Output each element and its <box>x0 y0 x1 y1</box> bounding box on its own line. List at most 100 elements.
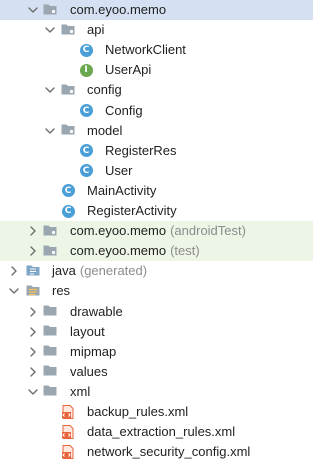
class-icon: C <box>61 204 75 218</box>
chevron-right-icon[interactable] <box>26 221 40 241</box>
tree-row-registerres[interactable]: C RegisterRes <box>0 141 313 161</box>
chevron-down-icon[interactable] <box>43 121 57 141</box>
tree-row-name: mipmap <box>70 343 117 359</box>
chevron-right-icon[interactable] <box>26 322 40 342</box>
chevron-down-icon[interactable] <box>26 0 40 20</box>
tree-row-values[interactable]: values <box>0 362 313 382</box>
tree-row-com-eyoo-memo-androidtest[interactable]: com.eyoo.memo (androidTest) <box>0 221 313 242</box>
xml-file-icon <box>62 425 74 440</box>
package-folder-icon <box>42 242 58 261</box>
tree-row-backup-rules[interactable]: backup_rules.xml <box>0 402 313 422</box>
tree-row-label: data_extraction_rules.xml <box>87 422 235 442</box>
tree-row-name: com.eyoo.memo <box>70 223 167 239</box>
tree-row-name: java <box>52 263 76 279</box>
chevron-right-icon[interactable] <box>26 302 40 322</box>
xml-file-icon <box>62 445 74 460</box>
tree-row-label: network_security_config.xml <box>87 442 250 462</box>
tree-row-name: RegisterActivity <box>87 203 177 218</box>
class-icon: C <box>79 104 93 117</box>
tree-row-com-eyoo-memo-test[interactable]: com.eyoo.memo (test) <box>0 241 313 262</box>
xml-file-icon <box>62 405 74 419</box>
chevron-right-icon[interactable] <box>26 362 40 382</box>
tree-row-layout[interactable]: layout <box>0 322 313 342</box>
tree-row-name: com.eyoo.memo <box>70 243 167 259</box>
tree-row-label: api <box>87 20 104 40</box>
tree-row-java-generated[interactable]: java (generated) <box>0 261 313 281</box>
tree-row-label: values <box>70 362 108 382</box>
tree-row-com-eyoo-memo[interactable]: com.eyoo.memo <box>0 0 313 20</box>
tree-row-label: UserApi <box>105 60 151 80</box>
class-icon: C <box>61 184 75 198</box>
interface-icon: I <box>79 63 93 77</box>
tree-row-name: Config <box>105 102 143 118</box>
tree-row-mainactivity[interactable]: C MainActivity <box>0 181 313 201</box>
tree-row-name: UserApi <box>105 62 152 78</box>
class-icon: C <box>79 43 93 57</box>
chevron-down-icon[interactable] <box>7 281 21 301</box>
tree-row-mipmap[interactable]: mipmap <box>0 342 313 362</box>
chevron-down-icon[interactable] <box>43 20 57 40</box>
tree-row-label: MainActivity <box>87 181 156 201</box>
tree-row-name: model <box>87 122 123 138</box>
tree-row-label: layout <box>70 322 105 342</box>
tree-row-name: MainActivity <box>87 182 157 198</box>
tree-row-suffix: (androidTest) <box>170 223 246 239</box>
tree-row-label: java (generated) <box>52 261 147 281</box>
chevron-right-icon[interactable] <box>26 342 40 362</box>
tree-row-name: config <box>87 82 122 98</box>
tree-row-name: res <box>52 283 71 299</box>
tree-row-label: com.eyoo.memo <box>70 0 166 20</box>
tree-row-label: mipmap <box>70 342 116 362</box>
folder-icon <box>42 302 58 321</box>
folder-icon <box>42 362 58 381</box>
tree-row-suffix: (test) <box>170 243 200 259</box>
chevron-right-icon[interactable] <box>26 241 40 261</box>
tree-row-model[interactable]: model <box>0 121 313 141</box>
chevron-down-icon[interactable] <box>26 382 40 402</box>
tree-row-label: Config <box>105 101 143 121</box>
tree-row-data-extraction-rules[interactable]: data_extraction_rules.xml <box>0 422 313 442</box>
tree-row-drawable[interactable]: drawable <box>0 302 313 322</box>
tree-row-name: xml <box>70 383 91 399</box>
tree-row-networkclient[interactable]: C NetworkClient <box>0 40 313 60</box>
tree-row-name: values <box>70 363 108 379</box>
chevron-right-icon[interactable] <box>7 261 21 281</box>
folder-icon <box>42 322 58 341</box>
tree-row-label: drawable <box>70 302 123 322</box>
tree-row-label: config <box>87 80 122 100</box>
tree-row-user[interactable]: C User <box>0 161 313 181</box>
tree-row-name: RegisterRes <box>105 142 177 158</box>
tree-row-label: com.eyoo.memo (test) <box>70 241 200 261</box>
tree-row-label: RegisterActivity <box>87 201 177 221</box>
tree-row-name: network_security_config.xml <box>87 444 251 460</box>
project-tree: com.eyoo.memo api C NetworkClient I UserApi co… <box>0 0 313 461</box>
class-icon: C <box>79 164 93 178</box>
package-folder-icon <box>42 222 58 241</box>
tree-row-label: backup_rules.xml <box>87 402 188 422</box>
tree-row-name: drawable <box>70 303 123 319</box>
tree-row-res[interactable]: res <box>0 281 313 301</box>
tree-row-label: RegisterRes <box>105 141 177 161</box>
tree-row-config-class[interactable]: C Config <box>0 101 313 121</box>
folder-icon <box>42 342 58 361</box>
tree-row-label: NetworkClient <box>105 40 186 60</box>
tree-row-network-security-config[interactable]: network_security_config.xml <box>0 442 313 462</box>
resource-folder-icon <box>25 282 41 301</box>
tree-row-label: res <box>52 281 70 301</box>
tree-row-label: model <box>87 121 122 141</box>
tree-row-config[interactable]: config <box>0 80 313 100</box>
tree-row-api[interactable]: api <box>0 20 313 40</box>
chevron-down-icon[interactable] <box>43 80 57 100</box>
folder-icon <box>42 382 58 401</box>
tree-row-userapi[interactable]: I UserApi <box>0 60 313 80</box>
tree-row-suffix: (generated) <box>79 263 148 279</box>
tree-row-name: NetworkClient <box>105 42 186 58</box>
tree-row-label: User <box>105 161 132 181</box>
class-icon: C <box>79 144 93 158</box>
tree-row-xml[interactable]: xml <box>0 382 313 402</box>
tree-row-name: com.eyoo.memo <box>70 2 167 17</box>
package-folder-icon <box>60 21 76 40</box>
package-folder-icon <box>60 81 76 100</box>
tree-row-registeractivity[interactable]: C RegisterActivity <box>0 201 313 221</box>
tree-row-name: layout <box>70 323 105 339</box>
